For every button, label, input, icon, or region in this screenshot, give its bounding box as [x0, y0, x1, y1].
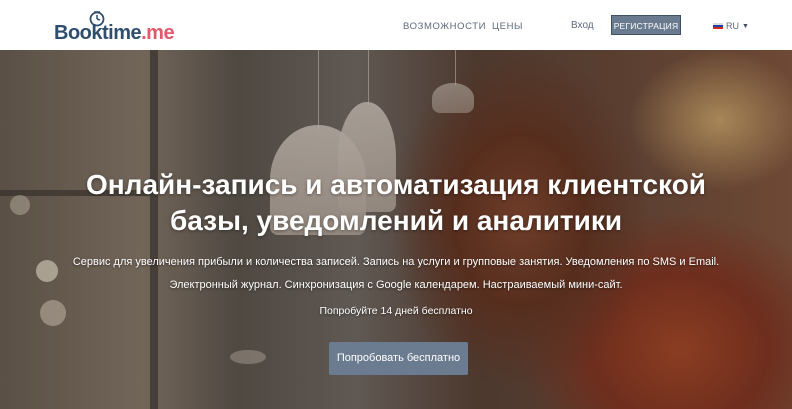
nav-features[interactable]: ВОЗМОЖНОСТИ: [403, 21, 486, 32]
hero-title-line2: базы, уведомлений и аналитики: [169, 205, 623, 236]
hero-section: Онлайн-запись и автоматизация клиентской…: [0, 50, 792, 409]
trial-text: Попробуйте 14 дней бесплатно: [319, 305, 473, 317]
language-label: RU: [726, 21, 739, 31]
nav-prices[interactable]: ЦЕНЫ: [492, 21, 523, 32]
login-link[interactable]: Вход: [571, 20, 594, 31]
logo-text-main: Booktime: [54, 22, 142, 44]
logo-text: Booktime.me: [54, 22, 175, 45]
hero-description-line2: Электронный журнал. Синхронизация с Goog…: [169, 279, 623, 291]
hero-title: Онлайн-запись и автоматизация клиентской…: [0, 167, 792, 239]
logo-text-domain: .me: [141, 22, 175, 44]
caret-down-icon: ▼: [742, 22, 749, 30]
russia-flag-icon: [713, 22, 723, 30]
try-free-button[interactable]: Попробовать бесплатно: [329, 342, 468, 375]
site-header: Booktime.me ВОЗМОЖНОСТИ ЦЕНЫ Вход РЕГИСТ…: [0, 0, 792, 50]
hero-description-line1: Сервис для увеличения прибыли и количест…: [72, 256, 720, 268]
register-button[interactable]: РЕГИСТРАЦИЯ: [611, 15, 681, 35]
logo[interactable]: Booktime.me: [54, 9, 175, 45]
hero-title-line1: Онлайн-запись и автоматизация клиентской: [85, 169, 707, 200]
language-selector[interactable]: RU ▼: [713, 20, 749, 32]
